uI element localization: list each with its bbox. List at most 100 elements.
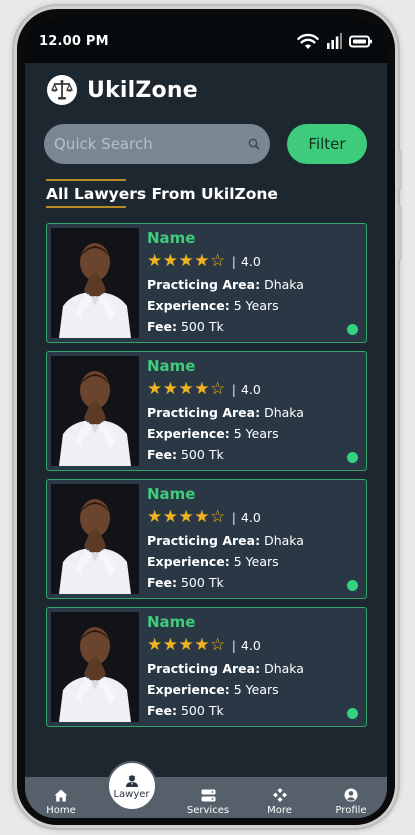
online-status-dot — [347, 452, 358, 463]
lawyer-photo — [51, 612, 139, 722]
lawyer-photo — [51, 356, 139, 466]
lawyer-name[interactable]: Name — [147, 229, 362, 247]
online-status-dot — [347, 580, 358, 591]
practicing-area: Practicing Area: Dhaka — [147, 274, 362, 295]
section-title: All Lawyers From UkilZone — [46, 185, 278, 203]
experience: Experience: 5 Years — [147, 295, 362, 316]
nav-label-profile: Profile — [335, 805, 367, 816]
experience-value: 5 Years — [233, 554, 279, 569]
status-bar: 12.00 PM — [25, 19, 387, 63]
star-rating-icon: ★★★★☆ — [147, 635, 226, 655]
practicing-area-value: Dhaka — [264, 405, 304, 420]
home-icon — [54, 789, 68, 802]
experience-label: Experience: — [147, 554, 230, 569]
lawyer-info: Name ★★★★☆ | 4.0 Practicing Area: Dhaka … — [147, 485, 362, 593]
filter-button[interactable]: Filter — [287, 124, 367, 164]
practicing-area-label: Practicing Area: — [147, 405, 261, 420]
rating-separator: | — [231, 381, 236, 397]
search-input[interactable] — [54, 135, 248, 153]
app-header: UkilZone — [47, 75, 198, 105]
lawyer-name[interactable]: Name — [147, 613, 362, 631]
experience: Experience: 5 Years — [147, 551, 362, 572]
practicing-area-label: Practicing Area: — [147, 277, 261, 292]
phone-frame: 12.00 PM UkilZone Quick Search Filter Al… — [17, 9, 395, 825]
section-title-underline-bottom — [46, 206, 126, 208]
lawyer-name[interactable]: Name — [147, 357, 362, 375]
practicing-area-value: Dhaka — [264, 661, 304, 676]
nav-item-profile[interactable]: Profile — [323, 788, 379, 816]
rating-row: ★★★★☆ | 4.0 — [147, 507, 362, 527]
practicing-area: Practicing Area: Dhaka — [147, 658, 362, 679]
experience-label: Experience: — [147, 298, 230, 313]
fee-value: 500 Tk — [180, 447, 224, 462]
star-rating-icon: ★★★★☆ — [147, 379, 226, 399]
fee: Fee: 500 Tk — [147, 700, 362, 721]
search-box[interactable] — [44, 124, 270, 164]
rating-separator: | — [231, 509, 236, 525]
rating-row: ★★★★☆ | 4.0 — [147, 379, 362, 399]
lawyer-photo — [51, 228, 139, 338]
online-status-dot — [347, 324, 358, 335]
nav-label-services: Services — [186, 805, 230, 816]
practicing-area: Practicing Area: Dhaka — [147, 530, 362, 551]
lawyer-card[interactable]: Name ★★★★☆ | 4.0 Practicing Area: Dhaka … — [46, 223, 367, 343]
fee: Fee: 500 Tk — [147, 316, 362, 337]
practicing-area-value: Dhaka — [264, 277, 304, 292]
fee-label: Fee: — [147, 575, 177, 590]
phone-side-button — [398, 150, 402, 190]
lawyer-info: Name ★★★★☆ | 4.0 Practicing Area: Dhaka … — [147, 357, 362, 465]
status-icons — [297, 33, 373, 50]
rating-row: ★★★★☆ | 4.0 — [147, 635, 362, 655]
fee-label: Fee: — [147, 319, 177, 334]
phone-side-button — [398, 205, 402, 260]
profile-icon — [344, 788, 358, 802]
lawyer-name[interactable]: Name — [147, 485, 362, 503]
practicing-area: Practicing Area: Dhaka — [147, 402, 362, 423]
lawyer-card[interactable]: Name ★★★★☆ | 4.0 Practicing Area: Dhaka … — [46, 351, 367, 471]
rating-separator: | — [231, 637, 236, 653]
rating-value: 4.0 — [240, 381, 261, 397]
lawyer-card[interactable]: Name ★★★★☆ | 4.0 Practicing Area: Dhaka … — [46, 479, 367, 599]
bottom-nav: Home Lawyer Services More Profile — [25, 761, 387, 818]
fee-label: Fee: — [147, 703, 177, 718]
practicing-area-value: Dhaka — [264, 533, 304, 548]
experience-value: 5 Years — [233, 426, 279, 441]
nav-item-lawyer-wrap: Lawyer — [105, 761, 165, 816]
app-title: UkilZone — [87, 77, 198, 103]
practicing-area-label: Practicing Area: — [147, 533, 261, 548]
nav-item-services[interactable]: Services — [180, 789, 236, 816]
rating-value: 4.0 — [240, 253, 261, 269]
section-heading: All Lawyers From UkilZone — [46, 179, 278, 208]
rating-value: 4.0 — [240, 637, 261, 653]
wifi-icon — [297, 33, 319, 49]
more-icon — [272, 788, 287, 802]
experience-label: Experience: — [147, 426, 230, 441]
rating-row: ★★★★☆ | 4.0 — [147, 251, 362, 271]
fee-value: 500 Tk — [180, 575, 224, 590]
experience-value: 5 Years — [233, 682, 279, 697]
practicing-area-label: Practicing Area: — [147, 661, 261, 676]
fee-label: Fee: — [147, 447, 177, 462]
nav-item-more[interactable]: More — [252, 788, 308, 816]
experience-label: Experience: — [147, 682, 230, 697]
status-time: 12.00 PM — [39, 33, 109, 49]
fee: Fee: 500 Tk — [147, 572, 362, 593]
rating-separator: | — [231, 253, 236, 269]
star-rating-icon: ★★★★☆ — [147, 251, 226, 271]
experience: Experience: 5 Years — [147, 423, 362, 444]
experience-value: 5 Years — [233, 298, 279, 313]
fee-value: 500 Tk — [180, 319, 224, 334]
app-screen: 12.00 PM UkilZone Quick Search Filter Al… — [25, 19, 387, 818]
lawyer-photo — [51, 484, 139, 594]
lawyer-list: Name ★★★★☆ | 4.0 Practicing Area: Dhaka … — [46, 223, 367, 735]
lawyer-info: Name ★★★★☆ | 4.0 Practicing Area: Dhaka … — [147, 613, 362, 721]
fee-value: 500 Tk — [180, 703, 224, 718]
lawyer-info: Name ★★★★☆ | 4.0 Practicing Area: Dhaka … — [147, 229, 362, 337]
section-title-underline-top — [46, 179, 126, 181]
scales-of-justice-icon — [47, 75, 77, 105]
nav-item-home[interactable]: Home — [33, 789, 89, 816]
lawyer-card[interactable]: Name ★★★★☆ | 4.0 Practicing Area: Dhaka … — [46, 607, 367, 727]
lawyer-icon — [125, 774, 138, 787]
nav-item-lawyer[interactable]: Lawyer — [106, 761, 157, 811]
search-icon[interactable] — [248, 135, 260, 153]
